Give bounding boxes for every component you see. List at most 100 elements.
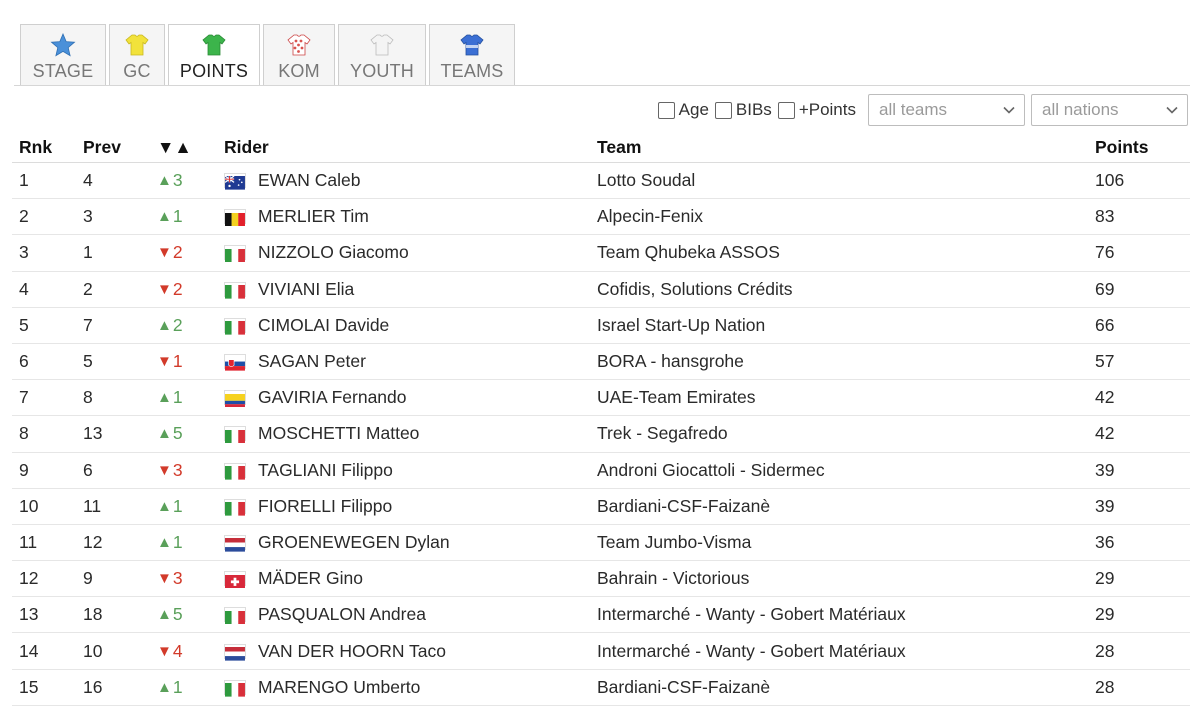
header-rnk[interactable]: Rnk: [19, 132, 52, 162]
rank-change-cell: ▲ 5: [157, 416, 183, 451]
points-standings-table: Rnk Prev ▼▲ Rider Team Points 1 4 ▲ 3 EWAN C…: [12, 132, 1190, 706]
team-name-link[interactable]: Israel Start-Up Nation: [597, 315, 765, 336]
tab-teams[interactable]: TEAMS: [429, 24, 515, 86]
team-cell: UAE-Team Emirates: [597, 380, 756, 415]
table-row: 7 8 ▲ 1 GAVIRIA Fernando UAE-Team Emirates 42: [12, 380, 1190, 417]
rank-change-cell: ▲ 1: [157, 525, 183, 560]
prev-rank-cell: 6: [83, 459, 93, 480]
rider-name-link[interactable]: NIZZOLO Giacomo: [258, 242, 409, 263]
rider-name-link[interactable]: EWAN Caleb: [258, 170, 360, 191]
team-name-link[interactable]: Team Qhubeka ASSOS: [597, 242, 780, 263]
team-name-link[interactable]: Bahrain - Victorious: [597, 568, 749, 589]
points-cell: 76: [1095, 242, 1115, 263]
header-rider[interactable]: Rider: [224, 132, 269, 162]
team-name-link[interactable]: UAE-Team Emirates: [597, 387, 756, 408]
arrow-up-icon: ▲: [157, 316, 172, 334]
rank-change-value: 1: [172, 531, 183, 552]
rider-name-link[interactable]: TAGLIANI Filippo: [258, 460, 393, 481]
table-header: Rnk Prev ▼▲ Rider Team Points: [12, 132, 1190, 163]
team-name-link[interactable]: Intermarché - Wanty - Gobert Matériaux: [597, 604, 906, 625]
rider-name-link[interactable]: MÄDER Gino: [258, 568, 363, 589]
team-cell: Androni Giocattoli - Sidermec: [597, 453, 825, 488]
header-diff[interactable]: ▼▲: [157, 132, 192, 162]
team-name-link[interactable]: Alpecin-Fenix: [597, 206, 703, 227]
blue-jersey-icon: [460, 34, 484, 56]
classification-tabs: STAGE GC POINTS KOM YOUTH TEAMS: [20, 24, 515, 86]
table-row: 9 6 ▼ 3 TAGLIANI Filippo Androni Giocattoli -…: [12, 453, 1190, 489]
tab-gc[interactable]: GC: [109, 24, 165, 86]
header-team[interactable]: Team: [597, 132, 641, 162]
rider-name-link[interactable]: MOSCHETTI Matteo: [258, 423, 419, 444]
team-cell: BORA - hansgrohe: [597, 344, 744, 379]
rider-name-link[interactable]: MERLIER Tim: [258, 206, 369, 227]
table-row: 11 12 ▲ 1 GROENEWEGEN Dylan Team Jumbo-Visma 3…: [12, 525, 1190, 562]
rider-name-link[interactable]: SAGAN Peter: [258, 351, 366, 372]
checkbox-box[interactable]: [657, 101, 675, 119]
tab-stage[interactable]: STAGE: [20, 24, 106, 86]
prev-rank-cell: 8: [83, 387, 93, 408]
points-checkbox[interactable]: +Points: [777, 100, 856, 120]
team-name-link[interactable]: Trek - Segafredo: [597, 423, 728, 444]
white-jersey-icon: [370, 34, 394, 56]
tab-points[interactable]: POINTS: [168, 24, 260, 86]
team-name-link[interactable]: Intermarché - Wanty - Gobert Matériaux: [597, 641, 906, 662]
checkbox-box[interactable]: [777, 101, 795, 119]
checkbox-box[interactable]: [714, 101, 732, 119]
rank-change-value: 5: [172, 423, 183, 444]
rider-name-link[interactable]: GROENEWEGEN Dylan: [258, 532, 450, 553]
team-cell: Team Qhubeka ASSOS: [597, 235, 780, 270]
rank-cell: 10: [19, 495, 39, 516]
team-name-link[interactable]: Team Jumbo-Visma: [597, 532, 751, 553]
team-name-link[interactable]: Androni Giocattoli - Sidermec: [597, 460, 825, 481]
table-row: 3 1 ▼ 2 NIZZOLO Giacomo Team Qhubeka ASSOS 76: [12, 235, 1190, 272]
chevron-down-icon: [1166, 106, 1178, 114]
italy-flag-icon: [224, 462, 246, 480]
points-cell: 28: [1095, 640, 1115, 661]
team-cell: Israel Start-Up Nation: [597, 308, 765, 343]
rank-cell: 6: [19, 351, 29, 372]
rider-name-link[interactable]: CIMOLAI Davide: [258, 315, 389, 336]
points-cell: 29: [1095, 568, 1115, 589]
rank-change-value: 3: [172, 459, 183, 480]
teams-select-value: all teams: [879, 100, 948, 119]
rank-change-cell: ▼ 3: [157, 561, 183, 596]
rank-change-cell: ▲ 1: [157, 199, 183, 234]
rank-change-value: 1: [172, 206, 183, 227]
rider-name-link[interactable]: VIVIANI Elia: [258, 279, 354, 300]
rank-change-cell: ▲ 2: [157, 308, 183, 343]
table-row: 6 5 ▼ 1 SAGAN Peter BORA - hansgrohe 57: [12, 344, 1190, 381]
rank-change-cell: ▲ 3: [157, 163, 183, 198]
rank-change-value: 4: [172, 640, 183, 661]
prev-rank-cell: 10: [83, 640, 103, 661]
rank-cell: 8: [19, 423, 29, 444]
teams-select[interactable]: all teams: [868, 94, 1025, 126]
rider-cell: MARENGO Umberto: [224, 670, 420, 705]
team-name-link[interactable]: Lotto Soudal: [597, 170, 695, 191]
table-row: 2 3 ▲ 1 MERLIER Tim Alpecin-Fenix 83: [12, 199, 1190, 236]
bibs-checkbox[interactable]: BIBs: [714, 100, 772, 120]
filter-bar: Age BIBs +Points all teams all nations: [657, 94, 1188, 126]
team-name-link[interactable]: Bardiani-CSF-Faizanè: [597, 677, 770, 698]
italy-flag-icon: [224, 498, 246, 516]
age-checkbox[interactable]: Age: [657, 100, 709, 120]
team-name-link[interactable]: Bardiani-CSF-Faizanè: [597, 496, 770, 517]
rider-name-link[interactable]: GAVIRIA Fernando: [258, 387, 407, 408]
rank-cell: 3: [19, 242, 29, 263]
team-name-link[interactable]: BORA - hansgrohe: [597, 351, 744, 372]
tab-youth[interactable]: YOUTH: [338, 24, 426, 86]
rider-name-link[interactable]: PASQUALON Andrea: [258, 604, 426, 625]
nations-select[interactable]: all nations: [1031, 94, 1188, 126]
rank-cell: 2: [19, 206, 29, 227]
rider-name-link[interactable]: MARENGO Umberto: [258, 677, 420, 698]
italy-flag-icon: [224, 607, 246, 625]
netherlands-flag-icon: [224, 534, 246, 552]
header-points[interactable]: Points: [1095, 132, 1148, 162]
team-name-link[interactable]: Cofidis, Solutions Crédits: [597, 279, 793, 300]
bibs-checkbox-label: BIBs: [735, 100, 772, 119]
arrow-down-icon: ▼: [157, 244, 172, 262]
rider-cell: VIVIANI Elia: [224, 272, 354, 307]
header-prev[interactable]: Prev: [83, 132, 121, 162]
tab-kom[interactable]: KOM: [263, 24, 335, 86]
rider-name-link[interactable]: VAN DER HOORN Taco: [258, 641, 446, 662]
rider-name-link[interactable]: FIORELLI Filippo: [258, 496, 392, 517]
